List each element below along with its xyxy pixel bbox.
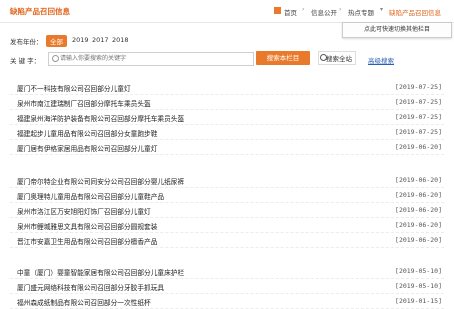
item-title[interactable]: 厦门奥理特儿童用品有限公司召回部分儿童鞋产品 [17,191,164,201]
section-logo: 缺陷产品召回信息 [10,7,70,16]
item-date: [2019-06-20] [395,176,442,184]
top-bar: 缺陷产品召回信息 首页 › 信息公开 › 热点专题 ▾ 缺陷产品召回信息 [0,0,454,23]
chevron-down-icon[interactable]: ▾ [380,6,383,13]
list-item[interactable]: 泉州市洛江区万安旭阳灯饰厂召回部分儿童灯 [2019-06-20] [10,203,444,218]
list-item[interactable]: 泉州市鲤城雅思文具有限公司召回部分圆规套装 [2019-06-20] [10,218,444,233]
advanced-search-link[interactable]: 高级搜索 [368,55,394,65]
item-date: [2019-06-20] [395,206,442,214]
list-item[interactable]: 福建泉州海洋防护装备有限公司召回部分摩托车乘员头盔 [2019-07-25] [10,110,444,125]
item-date: [2019-07-25] [395,98,442,106]
item-title[interactable]: 中童（厦门）婴童智能家居有限公司召回部分儿童床护栏 [17,267,184,277]
item-title[interactable]: 福建起步儿童用品有限公司召回部分女童跑步鞋 [17,128,157,138]
item-title[interactable]: 晋江市安嘉卫生用品有限公司召回部分檀香产品 [17,236,157,246]
item-date: [2019-05-10] [395,282,442,290]
home-icon[interactable] [274,7,281,14]
search-site-button[interactable]: 搜索全站 [318,51,356,65]
list-item[interactable]: 泉州市南江建瑞制厂召回部分摩托车乘员头盔 [2019-07-25] [10,95,444,110]
search-column-button[interactable]: 搜索本栏目 [256,51,310,65]
item-title[interactable]: 福州森成纸制品有限公司召回部分一次性纸杯 [17,297,151,307]
item-date: [2019-07-25] [395,128,442,136]
item-title[interactable]: 泉州市洛江区万安旭阳灯饰厂召回部分儿童灯 [17,206,151,216]
breadcrumb-home[interactable]: 首页 [284,7,297,17]
search-icon [52,55,59,62]
breadcrumb-separator-icon: › [302,6,305,13]
item-date: [2019-06-20] [395,143,442,151]
list-item[interactable]: 厦门居有伊格家居用品有限公司召回部分儿童灯 [2019-06-20] [10,140,444,155]
item-title[interactable]: 泉州市南江建瑞制厂召回部分摩托车乘员头盔 [17,98,151,108]
breadcrumb-info[interactable]: 信息公开 [311,7,337,17]
list-item[interactable]: 福建起步儿童用品有限公司召回部分女童跑步鞋 [2019-07-25] [10,125,444,140]
year-option-2018[interactable]: 2018 [108,35,133,45]
year-filter-label: 发布年份： [10,38,43,46]
keyword-label: 关 键 字： [10,57,41,65]
item-date: [2019-01-15] [395,297,442,305]
item-date: [2019-06-20] [395,191,442,199]
column-switch-tooltip: 点此可快速切换其他栏目 [342,22,452,38]
item-date: [2019-05-10] [395,267,442,275]
list-item[interactable]: 晋江市安嘉卫生用品有限公司召回部分檀香产品 [2019-06-20] [10,233,444,248]
list-item[interactable]: 厦门奥理特儿童用品有限公司召回部分儿童鞋产品 [2019-06-20] [10,188,444,203]
item-date: [2019-07-25] [395,113,442,121]
list-item[interactable]: 厦门不一科技有限公司召回部分儿童灯 [2019-07-25] [10,80,444,95]
year-option-all[interactable]: 全部 [46,35,67,47]
list-item[interactable]: 福州森成纸制品有限公司召回部分一次性纸杯 [2019-01-15] [10,294,444,309]
list-item[interactable]: 厦门帝尔特企业有限公司同安分公司召回部分婴儿纸尿裤 [2019-06-20] [10,173,444,188]
breadcrumb-current[interactable]: 缺陷产品召回信息 [389,7,441,17]
item-date: [2019-07-25] [395,83,442,91]
breadcrumb-separator-icon: › [339,6,342,13]
item-title[interactable]: 厦门盛元网络科技有限公司召回部分牙胶手抓玩具 [17,282,164,292]
item-date: [2019-06-20] [395,236,442,244]
breadcrumb-topics[interactable]: 热点专题 [348,7,374,17]
item-title[interactable]: 厦门帝尔特企业有限公司同安分公司召回部分婴儿纸尿裤 [17,176,184,186]
item-date: [2019-06-20] [395,221,442,229]
list-item[interactable]: 厦门盛元网络科技有限公司召回部分牙胶手抓玩具 [2019-05-10] [10,279,444,294]
item-title[interactable]: 福建泉州海洋防护装备有限公司召回部分摩托车乘员头盔 [17,113,184,123]
item-title[interactable]: 厦门不一科技有限公司召回部分儿童灯 [17,83,131,93]
search-input[interactable] [60,53,250,64]
item-title[interactable]: 厦门居有伊格家居用品有限公司召回部分儿童灯 [17,143,157,153]
item-title[interactable]: 泉州市鲤城雅思文具有限公司召回部分圆规套装 [17,221,157,231]
list-item[interactable]: 中童（厦门）婴童智能家居有限公司召回部分儿童床护栏 [2019-05-10] [10,264,444,279]
